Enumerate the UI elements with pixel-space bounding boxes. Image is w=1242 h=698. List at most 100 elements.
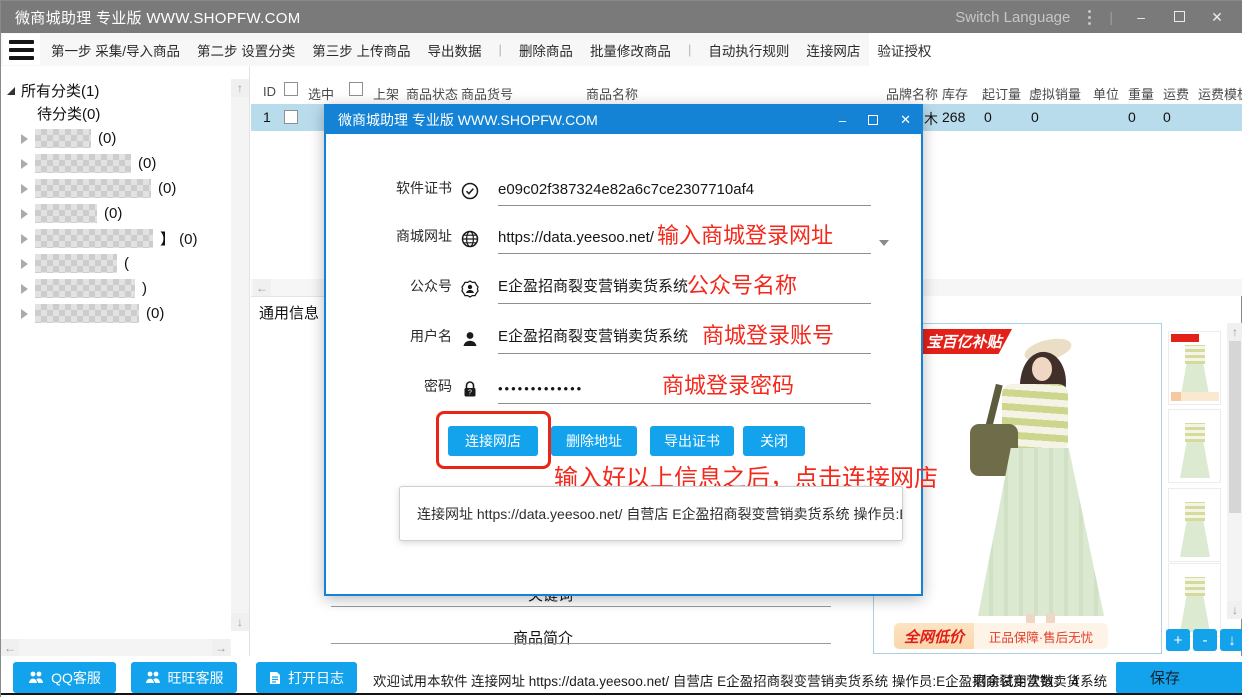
column-header[interactable]: 库存 <box>942 84 968 103</box>
expand-icon[interactable] <box>21 234 28 244</box>
tree-item-count: (0) <box>138 155 156 172</box>
zoom-in-button[interactable]: + <box>1166 629 1190 651</box>
expand-icon[interactable] <box>21 259 28 269</box>
column-header[interactable]: 商品状态 <box>406 84 458 103</box>
wangwang-support-button[interactable]: 旺旺客服 <box>131 662 237 693</box>
scrollbar-thumb[interactable] <box>1229 333 1241 513</box>
tree-item-redacted[interactable]: (0) <box>21 301 198 326</box>
scroll-up-icon[interactable]: ↑ <box>1227 323 1242 341</box>
qq-support-button[interactable]: QQ客服 <box>13 662 116 693</box>
category-tree-panel: 所有分类(1) 待分类(0) (0)(0)(0)(0)】 (0)()(0) ↑ … <box>1 66 250 656</box>
product-thumbnail[interactable] <box>1168 563 1221 637</box>
tree-root-label: 所有分类(1) <box>21 80 99 101</box>
product-thumbnail[interactable] <box>1168 488 1221 562</box>
tree-item-pending[interactable]: 待分类(0) <box>37 103 100 124</box>
scroll-right-icon[interactable]: → <box>212 639 230 657</box>
dialog-close-button[interactable]: ✕ <box>900 112 911 128</box>
dialog-maximize-button[interactable] <box>868 113 878 128</box>
dialog-minimize-button[interactable]: – <box>839 113 846 128</box>
thumbs-scrollbar[interactable] <box>1227 323 1242 619</box>
product-thumbnail[interactable] <box>1168 331 1221 405</box>
scroll-left-icon[interactable]: ← <box>1 639 19 657</box>
expand-icon[interactable] <box>21 159 28 169</box>
close-button[interactable]: ✕ <box>1207 9 1227 26</box>
tree-item-redacted[interactable]: (0) <box>21 126 198 151</box>
column-header[interactable]: 商品名称 <box>586 84 638 103</box>
expand-icon[interactable] <box>21 309 28 319</box>
menu-item[interactable]: 验证授权 <box>877 40 931 60</box>
scroll-left-icon[interactable]: ← <box>253 279 271 297</box>
tree-item-redacted[interactable]: 】 (0) <box>21 226 198 251</box>
menu-item[interactable]: 第三步 上传商品 <box>312 40 410 60</box>
menu-item[interactable]: 第一步 采集/导入商品 <box>51 40 180 60</box>
zoom-out-button[interactable]: - <box>1193 629 1217 651</box>
select-all-checkbox[interactable] <box>284 82 298 96</box>
tree-item-all-categories[interactable]: 所有分类(1) <box>7 80 99 101</box>
menu-items: 第一步 采集/导入商品第二步 设置分类第三步 上传商品导出数据|删除商品批量修改… <box>51 33 931 66</box>
collapse-icon[interactable] <box>7 87 15 95</box>
official-account-input[interactable]: E企盈招商裂变营销卖货系统 <box>498 275 871 304</box>
menu-item[interactable]: 连接网店 <box>806 40 860 60</box>
tree-item-redacted[interactable]: (0) <box>21 151 198 176</box>
svg-text:?: ? <box>468 390 472 397</box>
menu-item[interactable]: 批量修改商品 <box>590 40 671 60</box>
scroll-up-icon[interactable]: ↑ <box>231 79 249 97</box>
column-header[interactable]: 虚拟销量 <box>1029 84 1081 103</box>
menu-bar: 第一步 采集/导入商品第二步 设置分类第三步 上传商品导出数据|删除商品批量修改… <box>1 33 1242 66</box>
delete-address-button[interactable]: 删除地址 <box>551 426 637 456</box>
expand-icon[interactable] <box>21 184 28 194</box>
expand-icon[interactable] <box>21 134 28 144</box>
menu-item[interactable]: 删除商品 <box>519 40 573 60</box>
row-cell: 268 <box>942 109 965 125</box>
column-header[interactable]: 运费 <box>1163 84 1189 103</box>
open-log-button[interactable]: 打开日志 <box>256 662 357 693</box>
expand-icon[interactable] <box>21 209 28 219</box>
scroll-down-icon[interactable]: ↓ <box>231 613 249 631</box>
dialog-close-action-button[interactable]: 关闭 <box>743 426 805 456</box>
scroll-down-icon[interactable]: ↓ <box>1227 601 1242 619</box>
column-header[interactable]: ID <box>263 84 276 99</box>
column-header[interactable]: 商品货号 <box>461 84 513 103</box>
product-thumbnail[interactable] <box>1168 409 1221 483</box>
column-header[interactable]: 选中 <box>308 84 334 103</box>
field-label-shop-url: 商城网址 <box>396 226 452 246</box>
column-header[interactable]: 运费模板 <box>1198 84 1242 103</box>
download-image-button[interactable]: ↓ <box>1220 629 1242 651</box>
maximize-button[interactable] <box>1169 9 1189 25</box>
column-header[interactable]: 起订量 <box>982 84 1021 103</box>
user-icon <box>461 330 479 348</box>
window-title: 微商城助理 专业版 WWW.SHOPFW.COM <box>15 7 301 28</box>
title-bar: 微商城助理 专业版 WWW.SHOPFW.COM Switch Language… <box>1 1 1242 33</box>
switch-language-button[interactable]: Switch Language <box>955 9 1070 26</box>
tree-horizontal-scrollbar[interactable] <box>1 639 231 656</box>
tree-vertical-scrollbar[interactable] <box>231 79 249 631</box>
row-checkbox[interactable] <box>284 110 298 124</box>
menu-item[interactable]: 导出数据 <box>428 40 482 60</box>
column-header[interactable]: 品牌名称 <box>886 84 938 103</box>
keywords-input-underline[interactable] <box>331 606 831 607</box>
window-bottom-border <box>1 693 1242 695</box>
column-header[interactable]: 单位 <box>1093 84 1119 103</box>
dropdown-arrow-icon[interactable] <box>879 240 889 246</box>
column-header[interactable]: 上架 <box>373 84 399 103</box>
redacted-category-name <box>35 254 117 273</box>
export-certificate-button[interactable]: 导出证书 <box>650 426 734 456</box>
menu-item[interactable]: 第二步 设置分类 <box>197 40 295 60</box>
expand-icon[interactable] <box>21 284 28 294</box>
save-button[interactable]: 保存 <box>1116 662 1242 693</box>
more-options-icon[interactable] <box>1088 10 1091 25</box>
minimize-button[interactable]: – <box>1131 9 1151 25</box>
titlebar-divider: | <box>1109 9 1113 25</box>
tree-item-redacted[interactable]: ) <box>21 276 198 301</box>
tree-item-redacted[interactable]: ( <box>21 251 198 276</box>
hamburger-menu-icon[interactable] <box>3 34 40 65</box>
certificate-input[interactable]: e09c02f387324e82a6c7ce2307710af4 <box>498 181 871 206</box>
tab-general-info[interactable]: 通用信息 <box>259 302 319 323</box>
description-input-underline[interactable] <box>331 643 831 644</box>
tree-item-redacted[interactable]: (0) <box>21 176 198 201</box>
column-header[interactable]: 重量 <box>1128 84 1154 103</box>
tree-item-redacted[interactable]: (0) <box>21 201 198 226</box>
menu-item[interactable]: 自动执行规则 <box>708 40 789 60</box>
redacted-category-name <box>35 279 135 298</box>
onsale-all-checkbox[interactable] <box>349 82 363 96</box>
